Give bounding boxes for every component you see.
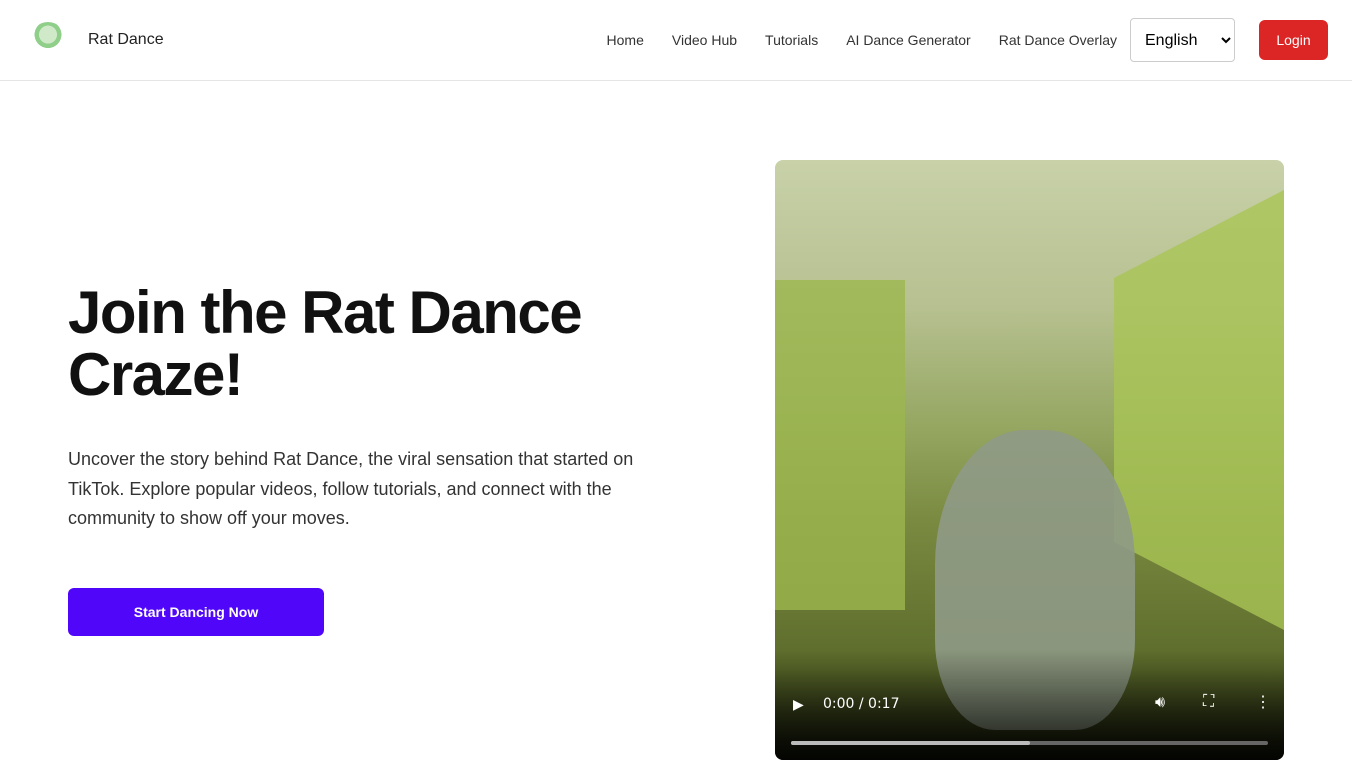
nav-ai-dance-generator[interactable]: AI Dance Generator	[846, 32, 971, 48]
start-dancing-button[interactable]: Start Dancing Now	[68, 588, 324, 636]
nav-rat-dance-overlay[interactable]: Rat Dance Overlay	[999, 32, 1117, 48]
hero-title: Join the Rat Dance Craze!	[68, 279, 583, 408]
video-frame-wall	[775, 280, 905, 610]
nav-video-hub[interactable]: Video Hub	[672, 32, 737, 48]
more-options-icon[interactable]: ⋮	[1255, 692, 1271, 712]
nav-home[interactable]: Home	[607, 32, 644, 48]
buffered-bar	[791, 741, 1030, 745]
volume-icon[interactable]: 🔊︎	[1155, 694, 1165, 712]
language-select[interactable]: English	[1130, 18, 1235, 62]
main-nav: Home Video Hub Tutorials AI Dance Genera…	[579, 18, 1328, 62]
nav-tutorials[interactable]: Tutorials	[765, 32, 818, 48]
login-button[interactable]: Login	[1259, 20, 1328, 60]
video-time: 0:00 / 0:17	[823, 696, 900, 712]
rat-logo-icon[interactable]	[30, 22, 66, 58]
video-controls: ▶ 0:00 / 0:17 🔊︎ ⛶ ⋮	[775, 680, 1284, 760]
play-icon[interactable]: ▶	[793, 696, 804, 713]
brand-name[interactable]: Rat Dance	[88, 31, 164, 49]
hero-description: Uncover the story behind Rat Dance, the …	[68, 449, 634, 528]
site-header: Rat Dance Home Video Hub Tutorials AI Da…	[0, 0, 1352, 81]
video-frame-wall	[1114, 190, 1284, 630]
fullscreen-icon[interactable]: ⛶	[1203, 693, 1214, 711]
video-progress-bar[interactable]	[791, 741, 1268, 745]
video-player[interactable]: ▶ 0:00 / 0:17 🔊︎ ⛶ ⋮	[775, 160, 1284, 760]
